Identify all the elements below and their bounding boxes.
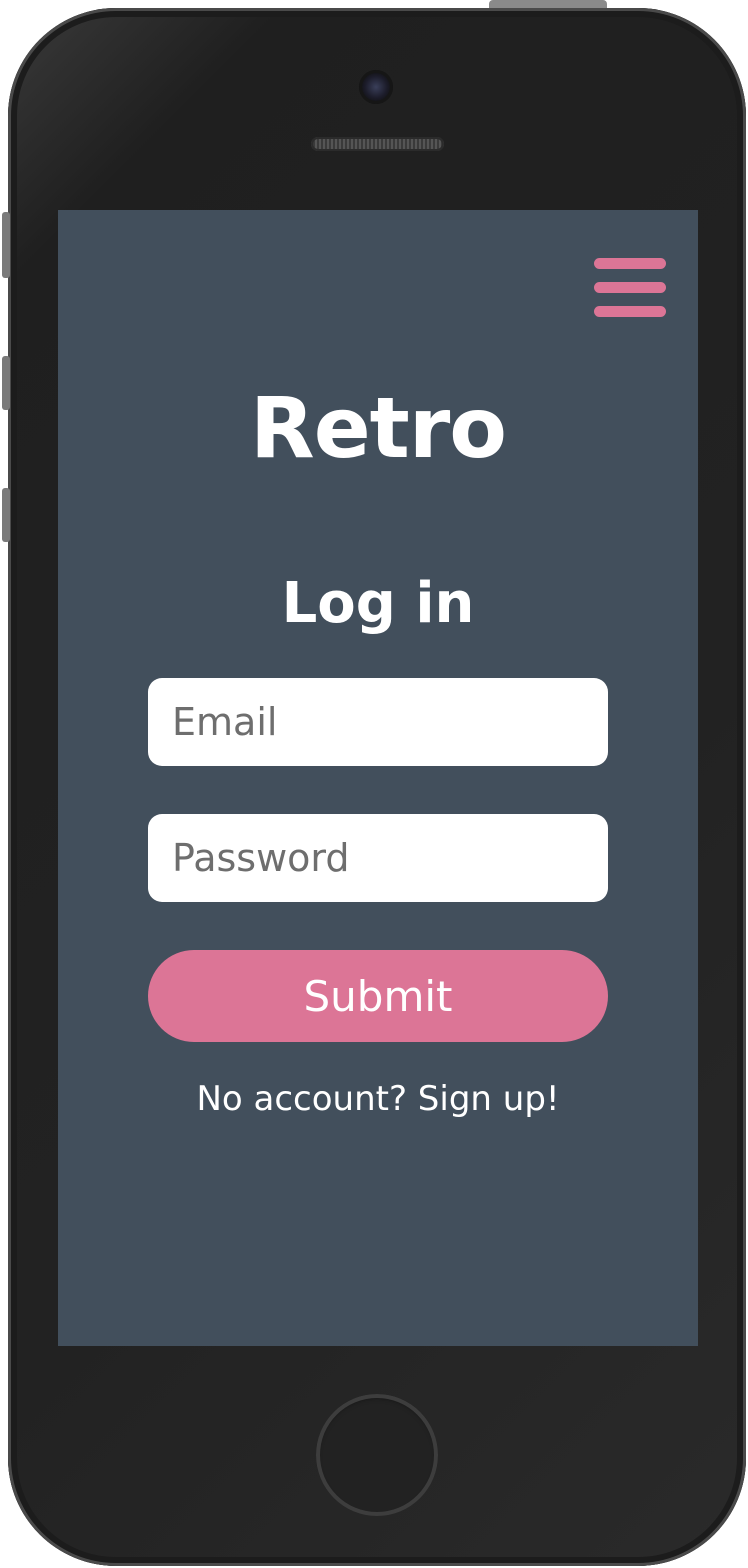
app-title: Retro bbox=[250, 379, 507, 477]
signup-link[interactable]: No account? Sign up! bbox=[58, 1074, 698, 1124]
password-input[interactable] bbox=[148, 814, 608, 902]
volume-down-button[interactable] bbox=[2, 488, 10, 542]
menu-bar bbox=[594, 306, 666, 317]
volume-up-button[interactable] bbox=[2, 356, 10, 410]
submit-button[interactable]: Submit bbox=[148, 950, 608, 1042]
app-screen: Retro Log in Submit No account? Sign up! bbox=[58, 210, 698, 1346]
front-camera bbox=[359, 70, 393, 104]
email-input[interactable] bbox=[148, 678, 608, 766]
login-heading: Log in bbox=[281, 571, 475, 636]
menu-bar bbox=[594, 258, 666, 269]
home-button[interactable] bbox=[316, 1394, 438, 1516]
menu-bar bbox=[594, 282, 666, 293]
earpiece-speaker bbox=[311, 137, 444, 151]
mute-switch[interactable] bbox=[2, 212, 10, 278]
hamburger-menu-icon[interactable] bbox=[594, 258, 666, 318]
